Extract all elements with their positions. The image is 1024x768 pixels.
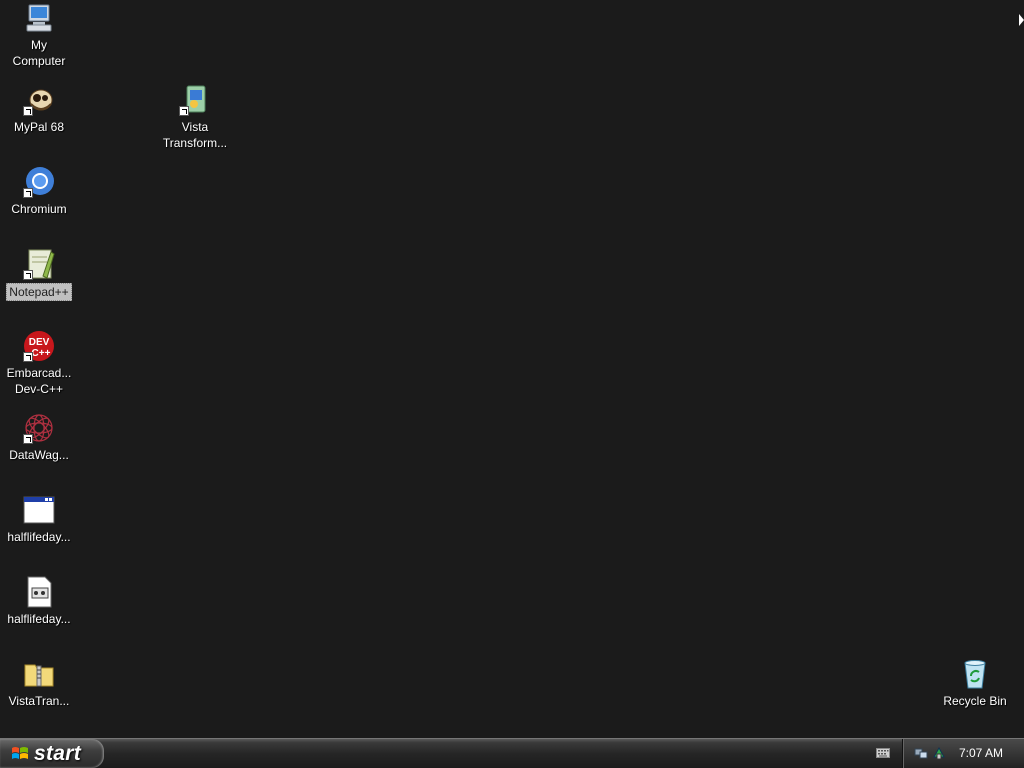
- desktop-icon-mypal[interactable]: MyPal 68: [0, 84, 78, 136]
- start-label: start: [34, 741, 82, 765]
- notepad-plus-plus-icon: [23, 248, 55, 280]
- mypal-browser-icon: [23, 84, 55, 116]
- desktop-icon-recycle-bin[interactable]: Recycle Bin: [936, 658, 1014, 710]
- desktop-icon-label: Vista Transform...: [162, 120, 228, 150]
- shortcut-arrow-icon: [23, 434, 33, 444]
- clock[interactable]: 7:07 AM: [959, 746, 1003, 760]
- keyboard-language-icon[interactable]: [876, 748, 890, 758]
- my-computer-icon: [23, 2, 55, 34]
- desktop-icon-label: Notepad++: [6, 283, 72, 301]
- desktop-icon-label: halflifeday...: [7, 530, 71, 544]
- desktop-icon-label: VistaTran...: [8, 694, 70, 708]
- shortcut-arrow-icon: [23, 352, 33, 362]
- desktop-icon-label: MyPal 68: [13, 120, 65, 134]
- desktop-icon-label: My Computer: [12, 38, 66, 68]
- shortcut-arrow-icon: [179, 106, 189, 116]
- desktop-icon-label: Embarcad... Dev-C++: [6, 366, 72, 396]
- start-button[interactable]: start: [0, 739, 104, 768]
- safely-remove-hardware-icon[interactable]: [931, 745, 947, 761]
- datawag-icon: [23, 412, 55, 444]
- shortcut-arrow-icon: [23, 106, 33, 116]
- system-tray: 7:07 AM: [902, 739, 1024, 768]
- shortcut-arrow-icon: [23, 270, 33, 280]
- desktop-icon-label: Chromium: [11, 202, 67, 216]
- svg-text:DEV: DEV: [29, 337, 50, 348]
- desktop-icon-halflifeday-app[interactable]: halflifeday...: [0, 494, 78, 546]
- desktop-icon-label: DataWag...: [9, 448, 69, 462]
- desktop-icon-label: Recycle Bin: [943, 694, 1007, 708]
- windows-logo-icon: [12, 746, 28, 759]
- desktop: My Computer MyPal 68 Vista Transform...: [0, 0, 1024, 738]
- desktop-icon-datawag[interactable]: DataWag...: [0, 412, 78, 464]
- shortcut-arrow-icon: [23, 188, 33, 198]
- desktop-icon-halflifeday-config[interactable]: halflifeday...: [0, 576, 78, 628]
- svg-text:C++: C++: [32, 348, 51, 359]
- desktop-icon-chromium[interactable]: Chromium: [0, 166, 78, 218]
- desktop-icon-dev-cpp[interactable]: DEV C++ Embarcad... Dev-C++: [0, 330, 78, 398]
- vista-transformation-icon: [179, 84, 211, 116]
- desktop-icon-label: halflifeday...: [7, 612, 71, 626]
- desktop-icon-vista-transformation[interactable]: Vista Transform...: [156, 84, 234, 152]
- config-file-icon: [23, 576, 55, 608]
- network-icon[interactable]: [913, 745, 929, 761]
- dev-cpp-icon: DEV C++: [23, 330, 55, 362]
- recycle-bin-icon: [959, 658, 991, 690]
- taskbar: start 7:07 AM: [0, 738, 1024, 768]
- mouse-cursor-icon: [1019, 14, 1024, 26]
- application-window-icon: [23, 494, 55, 526]
- zip-folder-icon: [23, 658, 55, 690]
- desktop-icon-notepad-plus-plus[interactable]: Notepad++: [0, 248, 78, 301]
- desktop-icon-vistatran-zip[interactable]: VistaTran...: [0, 658, 78, 710]
- desktop-icon-my-computer[interactable]: My Computer: [0, 2, 78, 70]
- chromium-icon: [23, 166, 55, 198]
